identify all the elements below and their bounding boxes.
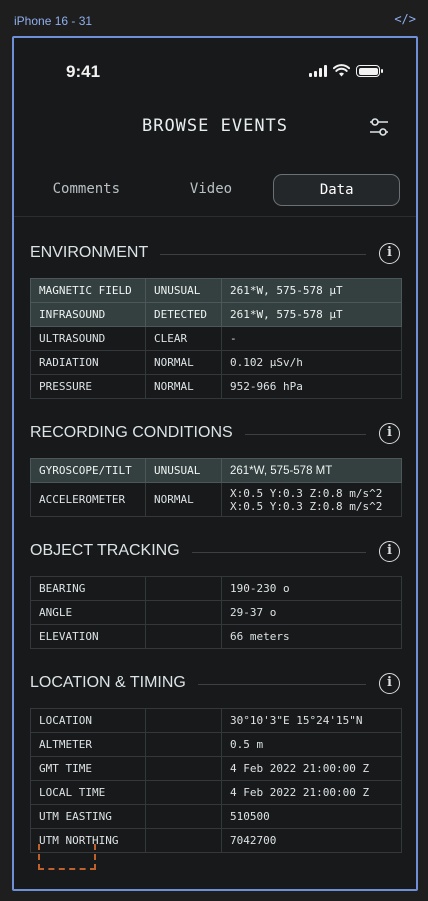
row-name: ULTRASOUND — [30, 326, 146, 351]
row-status: DETECTED — [145, 302, 222, 327]
tracking-table: BEARING 190-230 o ANGLE 29-37 o ELEVATIO… — [30, 576, 402, 649]
environment-section-header: ENVIRONMENT i — [30, 242, 400, 266]
row-name: BEARING — [30, 576, 146, 601]
row-value: 261*W, 575-578 µT — [221, 278, 402, 303]
row-value: 261*W, 575-578 µT — [221, 302, 402, 327]
row-status — [145, 756, 222, 781]
tracking-section-header: OBJECT TRACKING i — [30, 540, 400, 564]
row-status — [145, 828, 222, 853]
row-name: PRESSURE — [30, 374, 146, 399]
table-row: ALTMETER 0.5 m — [30, 732, 402, 757]
section-title: RECORDING CONDITIONS — [30, 424, 245, 442]
code-icon[interactable]: </> — [394, 12, 416, 26]
row-value: 4 Feb 2022 21:00:00 Z — [221, 780, 402, 805]
row-status: UNUSUAL — [145, 278, 222, 303]
tab-comments[interactable]: Comments — [24, 174, 149, 206]
row-value: 190-230 o — [221, 576, 402, 601]
divider — [14, 216, 416, 217]
row-value: - — [221, 326, 402, 351]
row-value: X:0.5 Y:0.3 Z:0.8 m/s^2 X:0.5 Y:0.3 Z:0.… — [221, 482, 402, 517]
row-name: LOCATION — [30, 708, 146, 733]
row-status — [145, 624, 222, 649]
table-row: PRESSURE NORMAL 952-966 hPa — [30, 374, 402, 399]
row-status: NORMAL — [145, 482, 222, 517]
status-time: 9:41 — [66, 62, 101, 81]
row-value: 0.5 m — [221, 732, 402, 757]
recording-section-header: RECORDING CONDITIONS i — [30, 422, 400, 446]
table-row: BEARING 190-230 o — [30, 576, 402, 601]
table-row: LOCATION 30°10'3"E 15°24'15"N — [30, 708, 402, 733]
header: BROWSE EVENTS — [14, 110, 416, 146]
status-bar: 9:41 — [14, 38, 416, 104]
row-name: MAGNETIC FIELD — [30, 278, 146, 303]
section-title: ENVIRONMENT — [30, 244, 161, 262]
row-value: 510500 — [221, 804, 402, 829]
row-value: 66 meters — [221, 624, 402, 649]
row-value: 30°10'3"E 15°24'15"N — [221, 708, 402, 733]
row-status — [145, 708, 222, 733]
info-icon[interactable]: i — [379, 673, 400, 694]
row-value: 4 Feb 2022 21:00:00 Z — [221, 756, 402, 781]
table-row: ACCELEROMETER NORMAL X:0.5 Y:0.3 Z:0.8 m… — [30, 482, 402, 517]
wifi-icon — [333, 64, 350, 77]
row-value: 952-966 hPa — [221, 374, 402, 399]
environment-table: MAGNETIC FIELD UNUSUAL 261*W, 575-578 µT… — [30, 278, 402, 399]
row-name: UTM NORTHING — [30, 828, 146, 853]
table-row: INFRASOUND DETECTED 261*W, 575-578 µT — [30, 302, 402, 327]
location-table: LOCATION 30°10'3"E 15°24'15"N ALTMETER 0… — [30, 708, 402, 853]
info-icon[interactable]: i — [379, 541, 400, 562]
value-line: X:0.5 Y:0.3 Z:0.8 m/s^2 — [230, 486, 383, 500]
table-row: ELEVATION 66 meters — [30, 624, 402, 649]
info-icon[interactable]: i — [379, 423, 400, 444]
tab-video[interactable]: Video — [149, 174, 274, 206]
table-row: RADIATION NORMAL 0.102 µSv/h — [30, 350, 402, 375]
row-name: RADIATION — [30, 350, 146, 375]
row-name: LOCAL TIME — [30, 780, 146, 805]
row-status — [145, 732, 222, 757]
row-status: UNUSUAL — [145, 458, 222, 483]
row-status — [145, 600, 222, 625]
row-value: 7042700 — [221, 828, 402, 853]
sliders-icon[interactable] — [368, 116, 390, 138]
row-name: ANGLE — [30, 600, 146, 625]
row-value: 0.102 µSv/h — [221, 350, 402, 375]
table-row: LOCAL TIME 4 Feb 2022 21:00:00 Z — [30, 780, 402, 805]
tab-data[interactable]: Data — [273, 174, 401, 206]
row-name: INFRASOUND — [30, 302, 146, 327]
row-name: ELEVATION — [30, 624, 146, 649]
table-row: MAGNETIC FIELD UNUSUAL 261*W, 575-578 µT — [30, 278, 402, 303]
row-name: GYROSCOPE/TILT — [30, 458, 146, 483]
row-name: GMT TIME — [30, 756, 146, 781]
row-name: UTM EASTING — [30, 804, 146, 829]
table-row: UTM NORTHING 7042700 — [30, 828, 402, 853]
cellular-signal-icon — [309, 65, 327, 77]
tab-bar: Comments Video Data — [24, 174, 401, 206]
table-row: GYROSCOPE/TILT UNUSUAL 261*W, 575-578 MT — [30, 458, 402, 483]
recording-table: GYROSCOPE/TILT UNUSUAL 261*W, 575-578 MT… — [30, 458, 402, 517]
info-icon[interactable]: i — [379, 243, 400, 264]
page-title: BROWSE EVENTS — [141, 116, 289, 136]
row-value: 29-37 o — [221, 600, 402, 625]
section-title: OBJECT TRACKING — [30, 542, 192, 560]
row-status — [145, 804, 222, 829]
table-row: UTM EASTING 510500 — [30, 804, 402, 829]
row-status: NORMAL — [145, 350, 222, 375]
status-icons — [309, 64, 383, 77]
table-row: ANGLE 29-37 o — [30, 600, 402, 625]
table-row: ULTRASOUND CLEAR - — [30, 326, 402, 351]
row-status: CLEAR — [145, 326, 222, 351]
phone-frame: 9:41 BROWSE EVENTS Comments Video Data E… — [12, 36, 418, 891]
row-name: ALTMETER — [30, 732, 146, 757]
section-title: LOCATION & TIMING — [30, 674, 198, 692]
battery-icon — [356, 65, 383, 77]
row-value: 261*W, 575-578 MT — [221, 458, 402, 483]
row-status: NORMAL — [145, 374, 222, 399]
value-line: X:0.5 Y:0.3 Z:0.8 m/s^2 — [230, 499, 383, 513]
figma-frame-label: iPhone 16 - 31 — [14, 14, 93, 28]
row-status — [145, 576, 222, 601]
table-row: GMT TIME 4 Feb 2022 21:00:00 Z — [30, 756, 402, 781]
row-status — [145, 780, 222, 805]
row-name: ACCELEROMETER — [30, 482, 146, 517]
location-section-header: LOCATION & TIMING i — [30, 672, 400, 696]
